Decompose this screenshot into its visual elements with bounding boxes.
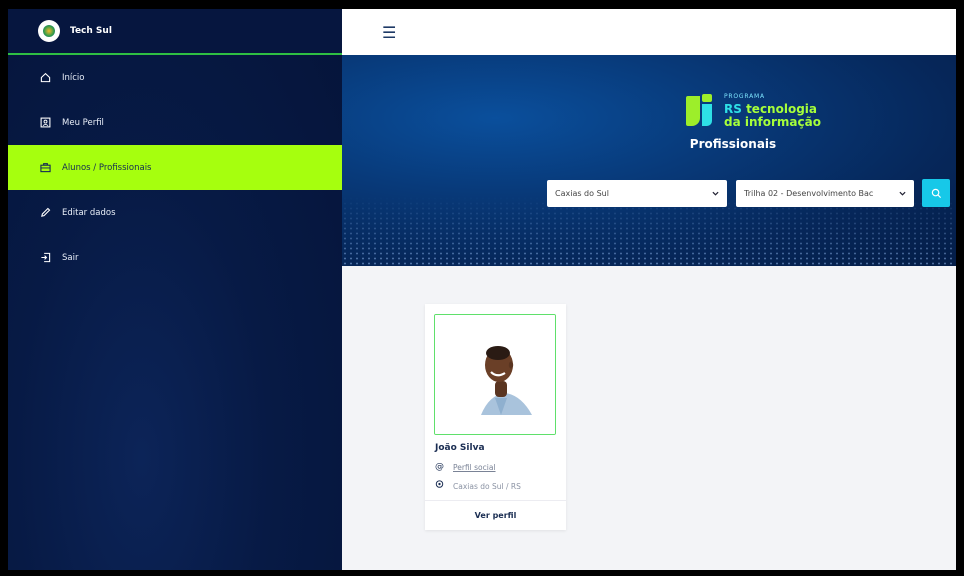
- location-row: Caxias do Sul / RS: [435, 480, 521, 492]
- sidebar-item-label: Início: [62, 72, 85, 83]
- home-icon: [38, 72, 52, 83]
- program-line2: da informação: [724, 115, 821, 129]
- profile-icon: [38, 117, 52, 128]
- program-line1: tecnologia: [741, 102, 818, 116]
- page-title: Profissionais: [689, 137, 777, 151]
- pencil-icon: [38, 207, 52, 218]
- sidebar-item-label: Alunos / Profissionais: [62, 162, 152, 173]
- sidebar-item-label: Meu Perfil: [62, 117, 104, 128]
- sidebar-item-sair[interactable]: Sair: [8, 235, 342, 280]
- logout-icon: [38, 252, 52, 263]
- sidebar-item-editar-dados[interactable]: Editar dados: [8, 190, 342, 235]
- brand-name: Tech Sul: [70, 26, 112, 36]
- program-rs: RS: [724, 102, 742, 116]
- program-logo: PROGRAMA RS tecnologia da informação: [686, 92, 821, 128]
- sidebar-header: Tech Sul: [8, 9, 342, 55]
- hero-banner: PROGRAMA RS tecnologia da informação Pro…: [342, 55, 956, 266]
- social-profile-label: Perfil social: [453, 462, 496, 472]
- chevron-down-icon: [712, 190, 719, 198]
- social-profile-link[interactable]: @ Perfil social: [435, 462, 496, 472]
- location-text: Caxias do Sul / RS: [453, 481, 521, 491]
- sidebar-item-inicio[interactable]: Início: [8, 55, 342, 100]
- sidebar-item-label: Editar dados: [62, 207, 116, 218]
- at-icon: @: [435, 462, 444, 472]
- hamburger-icon[interactable]: ☰: [382, 23, 396, 42]
- city-select[interactable]: Caxias do Sul: [547, 180, 727, 207]
- brand-logo: [38, 20, 60, 42]
- chevron-down-icon: [899, 190, 906, 198]
- top-bar: ☰: [342, 9, 956, 55]
- city-select-value: Caxias do Sul: [555, 189, 609, 198]
- profile-name: João Silva: [435, 443, 485, 453]
- sidebar-item-meu-perfil[interactable]: Meu Perfil: [8, 100, 342, 145]
- search-button[interactable]: [922, 179, 950, 207]
- sidebar-item-alunos-profissionais[interactable]: Alunos / Profissionais: [8, 145, 342, 190]
- track-select[interactable]: Trilha 02 - Desenvolvimento Bac: [736, 180, 914, 207]
- location-pin-icon: [435, 480, 447, 492]
- sidebar-item-label: Sair: [62, 252, 79, 263]
- track-select-value: Trilha 02 - Desenvolvimento Bac: [744, 189, 874, 198]
- profile-photo: [434, 314, 556, 435]
- sidebar: Tech Sul Início Meu Perfil Alunos / Prof…: [8, 9, 342, 570]
- results-area: João Silva @ Perfil social Caxias do Sul…: [342, 266, 956, 570]
- view-profile-button[interactable]: Ver perfil: [425, 501, 566, 530]
- program-logo-mark: [686, 92, 718, 128]
- program-label: PROGRAMA: [724, 93, 765, 100]
- profile-card: João Silva @ Perfil social Caxias do Sul…: [425, 304, 566, 530]
- search-icon: [931, 184, 942, 203]
- briefcase-icon: [38, 162, 52, 173]
